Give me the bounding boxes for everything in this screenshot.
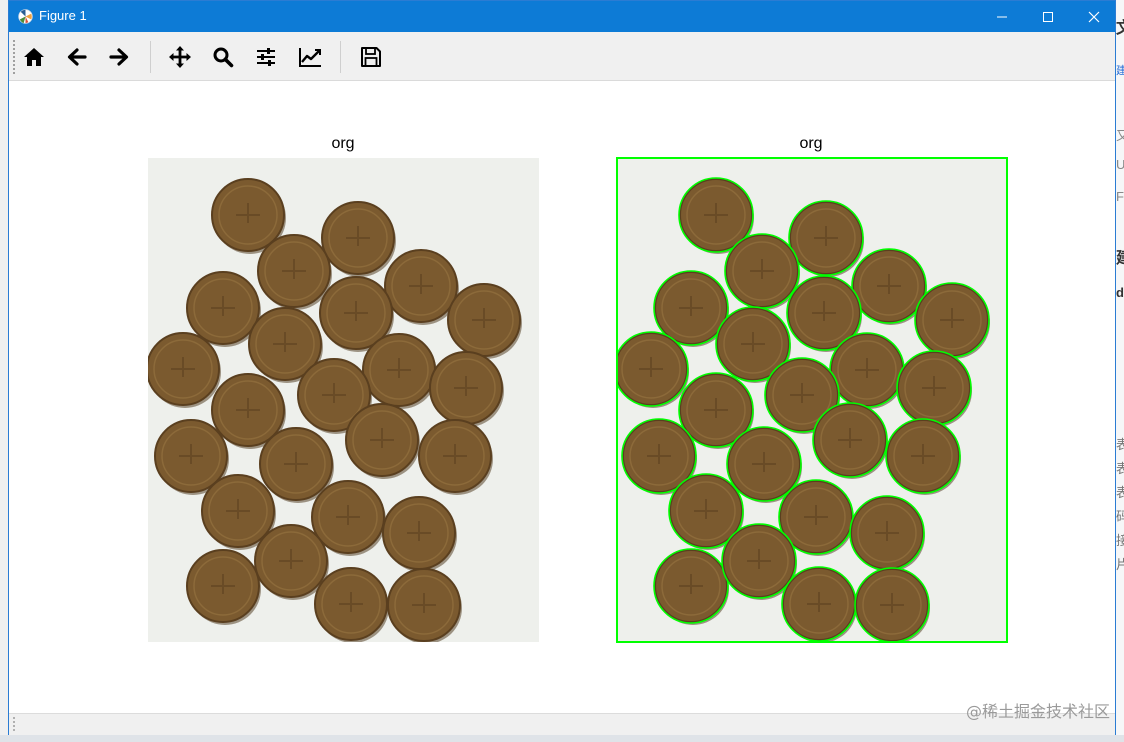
- left-axes-title: org: [331, 135, 355, 152]
- coin: [724, 233, 800, 310]
- sliders-icon: [257, 48, 275, 66]
- edit-axes-button[interactable]: [293, 40, 327, 74]
- pan-button[interactable]: [163, 40, 197, 74]
- bg-fragment: 表: [1116, 437, 1124, 452]
- coin: [653, 548, 729, 625]
- bg-fragment: 文: [1116, 14, 1124, 38]
- home-button[interactable]: [17, 40, 51, 74]
- coin: [387, 568, 462, 642]
- configure-subplots-button[interactable]: [249, 40, 283, 74]
- coin: [829, 332, 905, 409]
- move-icon: [169, 46, 191, 68]
- home-icon: [24, 48, 44, 66]
- title-bar[interactable]: Figure 1: [9, 1, 1115, 32]
- bg-fragment: 又: [1116, 128, 1124, 143]
- coin: [885, 418, 961, 495]
- bg-fragment: 建: [1116, 244, 1124, 268]
- background-app-right: 文 建 又 U Fl 建 d 表 表 表 码 接 片: [1116, 0, 1124, 742]
- coin: [148, 332, 221, 408]
- close-icon: [1088, 11, 1100, 22]
- toolbar-separator: [150, 41, 151, 73]
- floppy-disk-icon: [361, 47, 381, 67]
- window-title: Figure 1: [39, 8, 87, 23]
- minimize-button[interactable]: [979, 1, 1025, 32]
- coin: [314, 567, 389, 642]
- maximize-button[interactable]: [1025, 1, 1071, 32]
- figure-canvas[interactable]: org org: [9, 81, 1115, 713]
- bg-fragment: 接: [1116, 533, 1124, 548]
- contour-coin-image: [616, 157, 1008, 643]
- save-button[interactable]: [354, 40, 388, 74]
- back-button[interactable]: [60, 40, 94, 74]
- matplotlib-logo-icon: [18, 9, 33, 24]
- bg-fragment: Fl: [1116, 189, 1124, 204]
- toolbar-separator: [340, 41, 341, 73]
- bg-fragment: 表: [1116, 461, 1124, 476]
- zoom-button[interactable]: [206, 40, 240, 74]
- bg-fragment: 片: [1116, 557, 1124, 572]
- coin: [914, 282, 990, 359]
- minimize-icon: [997, 16, 1007, 17]
- arrow-right-icon: [109, 48, 129, 66]
- watermark-text: @稀土掘金技术社区: [965, 702, 1110, 721]
- navigation-toolbar: [9, 32, 1115, 81]
- coin: [781, 566, 857, 643]
- coin: [812, 402, 888, 479]
- status-grip: [13, 717, 15, 732]
- original-coin-image: [148, 158, 539, 642]
- bg-fragment: d: [1116, 285, 1124, 300]
- right-axes-title: org: [799, 135, 823, 152]
- arrow-left-icon: [67, 48, 87, 66]
- status-bar: [9, 713, 1115, 735]
- toolbar-grip[interactable]: [13, 40, 15, 74]
- coin: [896, 350, 972, 427]
- bg-fragment: U: [1116, 157, 1124, 172]
- taskbar-strip: [0, 735, 1124, 742]
- maximize-icon: [1043, 11, 1053, 22]
- magnifier-icon: [213, 47, 234, 68]
- line-chart-icon: [299, 48, 321, 67]
- forward-button[interactable]: [102, 40, 136, 74]
- bg-fragment: 表: [1116, 485, 1124, 500]
- background-app-left: ) ): [0, 0, 8, 742]
- coin: [854, 567, 930, 643]
- figure-window: Figure 1 org org: [8, 0, 1116, 735]
- bg-fragment: 建: [1116, 65, 1124, 77]
- coin: [788, 200, 864, 277]
- coin: [849, 495, 925, 572]
- close-button[interactable]: [1071, 1, 1117, 32]
- bg-fragment: 码: [1116, 509, 1124, 524]
- coin: [616, 331, 689, 408]
